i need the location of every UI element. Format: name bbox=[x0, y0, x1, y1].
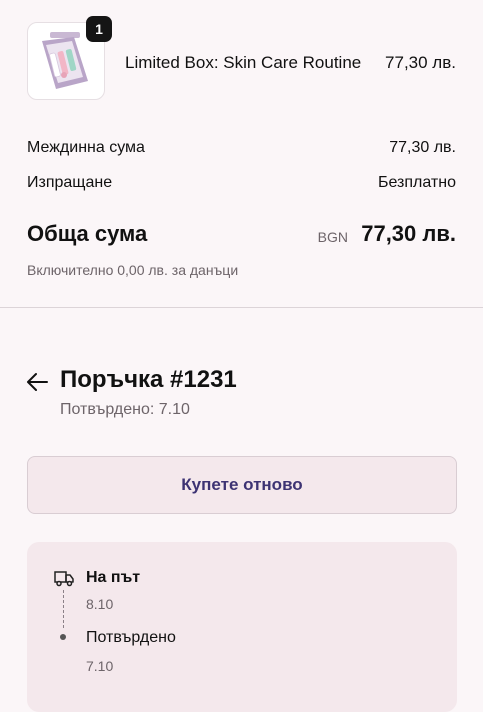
quantity-badge: 1 bbox=[86, 16, 112, 42]
shipping-label: Изпращане bbox=[27, 174, 113, 191]
subtotal-value: 77,30 лв. bbox=[389, 139, 456, 156]
total-currency: BGN bbox=[317, 229, 348, 245]
truck-icon bbox=[54, 571, 74, 587]
timeline-connector bbox=[63, 590, 64, 628]
total-value: 77,30 лв. bbox=[361, 221, 456, 246]
timeline-step-date: 8.10 bbox=[86, 596, 114, 612]
order-confirmed-date: Потвърдено: 7.10 bbox=[60, 401, 190, 418]
product-name: Limited Box: Skin Care Routine bbox=[125, 53, 362, 72]
shipping-value: Безплатно bbox=[378, 174, 456, 191]
product-price: 77,30 лв. bbox=[385, 53, 456, 72]
subtotal-label: Междинна сума bbox=[27, 139, 145, 156]
order-summary-section: 1 Limited Box: Skin Care Routine 77,30 л… bbox=[0, 0, 483, 307]
timeline-step-title: На път bbox=[86, 569, 141, 586]
tax-note: Включително 0,00 лв. за данъци bbox=[27, 262, 239, 278]
arrow-left-icon[interactable] bbox=[25, 371, 49, 393]
buy-again-button[interactable]: Купете отново bbox=[27, 456, 457, 514]
dot-icon bbox=[60, 634, 66, 640]
order-status-timeline bbox=[27, 542, 457, 712]
total-label: Обща сума bbox=[27, 221, 148, 246]
order-title: Поръчка #1231 bbox=[60, 366, 237, 393]
timeline-step-date: 7.10 bbox=[86, 658, 114, 674]
timeline-step-title: Потвърдено bbox=[86, 629, 176, 646]
